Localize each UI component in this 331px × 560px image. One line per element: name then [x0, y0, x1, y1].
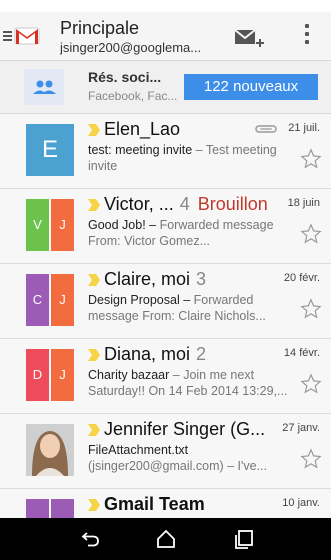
- avatar[interactable]: C J: [26, 274, 74, 326]
- account-email[interactable]: jsinger200@googlema...: [60, 40, 220, 55]
- avatar[interactable]: V J: [26, 199, 74, 251]
- email-preview: (jsinger200@gmail.com) – I've...: [88, 459, 268, 473]
- email-row[interactable]: Jennifer Singer (G... 27 janv. FileAttac…: [0, 414, 331, 489]
- email-subject: test: meeting invite: [88, 143, 193, 157]
- avatar-letter: [51, 499, 74, 518]
- email-date: 21 juil.: [288, 122, 320, 134]
- importance-marker-icon[interactable]: [88, 499, 100, 511]
- email-subject: Charity bazaar: [88, 368, 170, 382]
- star-outline-icon[interactable]: [300, 298, 322, 320]
- avatar-letter: J: [51, 274, 74, 326]
- back-icon[interactable]: [78, 527, 102, 551]
- email-row[interactable]: D J Diana, moi 2 14 févr. Charity bazaar …: [0, 339, 331, 414]
- new-count-badge: 122 nouveaux: [184, 74, 318, 100]
- email-sender: Jennifer Singer (G...: [104, 419, 266, 439]
- importance-marker-icon[interactable]: [88, 124, 100, 136]
- app-bar: Principale jsinger200@googlema...: [0, 12, 331, 61]
- email-snippet: test: meeting invite – Test meeting invi…: [88, 142, 293, 174]
- status-bar: [0, 0, 331, 12]
- hamburger-icon[interactable]: [3, 31, 12, 42]
- home-icon[interactable]: [154, 527, 178, 551]
- email-date: 18 juin: [287, 197, 320, 209]
- thread-count: 2: [196, 344, 207, 364]
- email-sender: Diana, moi 2: [104, 344, 207, 364]
- email-date: 10 janv.: [282, 497, 320, 509]
- paperclip-icon: [255, 125, 277, 133]
- avatar-letter: J: [51, 199, 74, 251]
- importance-marker-icon[interactable]: [88, 424, 100, 436]
- email-row[interactable]: E Elen_Lao 21 juil. test: meeting invite…: [0, 114, 331, 189]
- email-sender: Claire, moi 3: [104, 269, 207, 289]
- email-snippet: Design Proposal – Forwarded message From…: [88, 292, 293, 324]
- email-sender: Elen_Lao: [104, 119, 181, 139]
- gmail-logo-icon[interactable]: [14, 26, 40, 46]
- social-subtitle: Facebook, Fac...: [88, 89, 178, 103]
- email-row[interactable]: C J Claire, moi 3 20 févr. Design Proposa…: [0, 264, 331, 339]
- email-date: 27 janv.: [282, 422, 320, 434]
- importance-marker-icon[interactable]: [88, 274, 100, 286]
- avatar-letter: E: [26, 124, 74, 176]
- avatar-letter: [26, 499, 49, 518]
- draft-label: Brouillon: [197, 194, 268, 214]
- star-outline-icon[interactable]: [300, 448, 322, 470]
- social-title: Rés. soci...: [88, 69, 162, 85]
- navigation-bar: [0, 518, 331, 560]
- overflow-menu-icon[interactable]: [302, 24, 312, 50]
- email-date: 14 févr.: [283, 347, 320, 359]
- email-sender: Victor, ... 4 Brouillon: [104, 194, 268, 214]
- email-row[interactable]: V J Victor, ... 4 Brouillon 18 juin Good J…: [0, 189, 331, 264]
- star-outline-icon[interactable]: [300, 223, 322, 245]
- social-category-row[interactable]: Rés. soci... Facebook, Fac... 122 nouvea…: [0, 61, 331, 114]
- importance-marker-icon[interactable]: [88, 349, 100, 361]
- email-snippet: FileAttachment.txt (jsinger200@gmail.com…: [88, 442, 293, 474]
- contact-photo: [26, 424, 74, 476]
- email-row[interactable]: Gmail Team 10 janv.: [0, 489, 331, 518]
- email-list: E Elen_Lao 21 juil. test: meeting invite…: [0, 114, 331, 518]
- email-date: 20 févr.: [283, 272, 320, 284]
- avatar-letter: D: [26, 349, 49, 401]
- avatar-letter: C: [26, 274, 49, 326]
- email-subject: Design Proposal –: [88, 293, 191, 307]
- email-sender: Gmail Team: [104, 494, 205, 514]
- people-icon: [24, 69, 64, 105]
- star-outline-icon[interactable]: [300, 148, 322, 170]
- avatar[interactable]: [26, 499, 74, 518]
- email-snippet: Good Job! – Forwarded message From: Vict…: [88, 217, 293, 249]
- email-subject: FileAttachment.txt: [88, 443, 189, 457]
- email-subject: Good Job! –: [88, 218, 157, 232]
- email-snippet: Charity bazaar – Join me next Saturday!!…: [88, 367, 293, 399]
- compose-mail-icon[interactable]: [233, 24, 265, 52]
- avatar-letter: J: [51, 349, 74, 401]
- avatar[interactable]: [26, 424, 74, 476]
- avatar-letter: V: [26, 199, 49, 251]
- recent-apps-icon[interactable]: [232, 527, 256, 551]
- thread-count: 3: [196, 269, 207, 289]
- thread-count: 4: [179, 194, 190, 214]
- avatar[interactable]: D J: [26, 349, 74, 401]
- avatar[interactable]: E: [26, 124, 74, 176]
- star-outline-icon[interactable]: [300, 373, 322, 395]
- account-title[interactable]: Principale: [60, 18, 139, 39]
- importance-marker-icon[interactable]: [88, 199, 100, 211]
